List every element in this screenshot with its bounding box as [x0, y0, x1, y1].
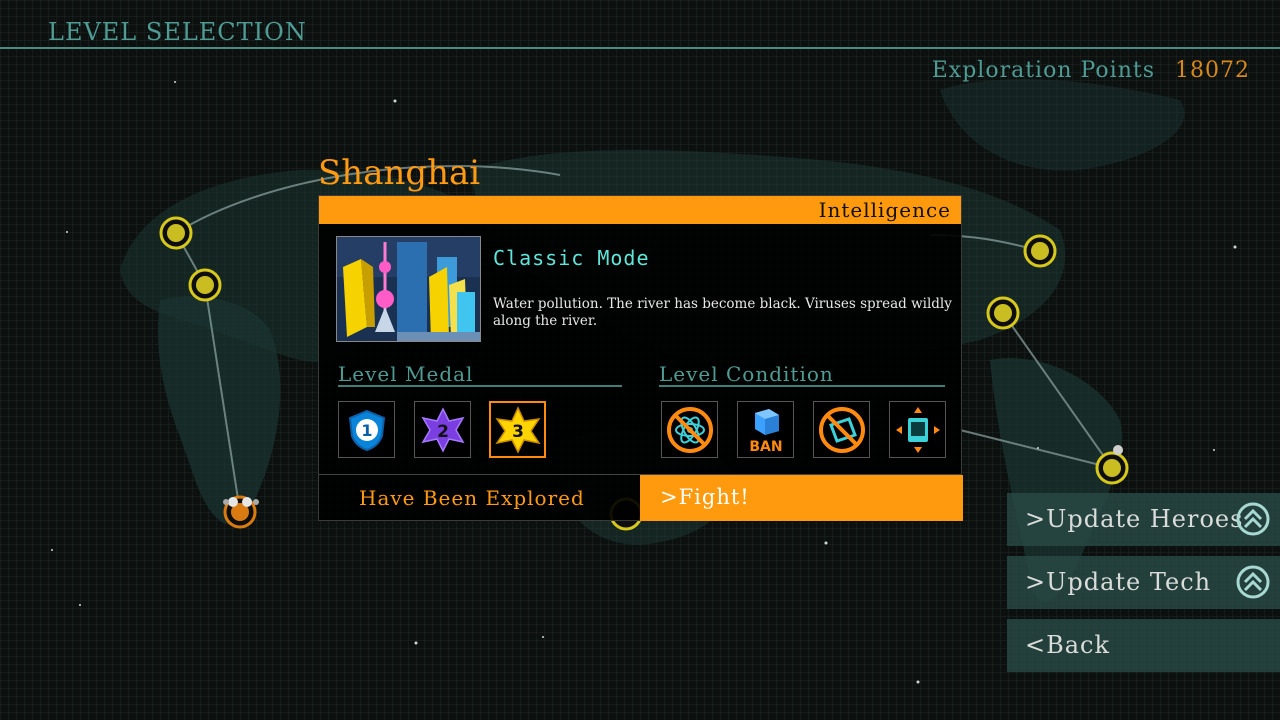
update-tech-button[interactable]: >Update Tech [1007, 556, 1280, 609]
level-category: Intelligence [818, 198, 951, 222]
level-city-name: Shanghai [318, 153, 481, 193]
no-device-icon [818, 406, 865, 453]
back-button[interactable]: <Back [1007, 619, 1280, 672]
medal-2-number: 2 [437, 422, 449, 442]
condition-1[interactable] [661, 401, 718, 458]
upgrade-arrow-icon [1236, 502, 1270, 536]
upgrade-arrow-icon [1236, 565, 1270, 599]
medal-divider [338, 385, 622, 387]
fight-button[interactable]: >Fight! [640, 475, 963, 521]
medal-3-number: 3 [512, 422, 524, 442]
condition-2[interactable]: BAN [737, 401, 794, 458]
exploration-points-label: Exploration Points [931, 58, 1155, 83]
panel-header: Intelligence [319, 196, 961, 224]
medal-3[interactable]: 3 [489, 401, 546, 458]
back-label: <Back [1025, 631, 1111, 659]
city-illustration-icon [337, 237, 480, 341]
condition-3[interactable] [813, 401, 870, 458]
exploration-points: Exploration Points 18072 [932, 58, 1250, 83]
condition-4[interactable] [889, 401, 946, 458]
level-description: Water pollution. The river has become bl… [493, 296, 952, 329]
medal-1-number: 1 [361, 421, 372, 440]
shield-medal-1-icon: 1 [348, 409, 385, 451]
ban-cube-icon: BAN [749, 408, 782, 455]
title-bar: LEVEL SELECTION [0, 0, 1280, 49]
fight-label: >Fight! [660, 485, 750, 509]
update-tech-label: >Update Tech [1025, 568, 1212, 596]
update-heroes-label: >Update Heroes [1025, 505, 1244, 533]
star-medal-3-icon: 3 [494, 405, 541, 454]
medal-1[interactable]: 1 [338, 401, 395, 458]
level-thumbnail [336, 236, 481, 342]
level-medal-label: Level Medal [338, 362, 474, 386]
update-heroes-button[interactable]: >Update Heroes [1007, 493, 1280, 546]
level-condition-label: Level Condition [659, 362, 834, 386]
level-detail-panel: Intelligence Classic Mode Water pollutio… [318, 195, 963, 521]
page-title: LEVEL SELECTION [48, 18, 307, 46]
no-atom-icon [666, 406, 713, 453]
condition-divider [659, 385, 945, 387]
ban-label: BAN [749, 439, 782, 455]
exploration-points-value: 18072 [1175, 58, 1250, 83]
medal-2[interactable]: 2 [414, 401, 471, 458]
screen-shrink-icon [895, 406, 940, 453]
level-mode: Classic Mode [493, 246, 650, 270]
explored-status: Have Been Explored [359, 486, 585, 510]
star-medal-2-icon: 2 [420, 406, 465, 453]
